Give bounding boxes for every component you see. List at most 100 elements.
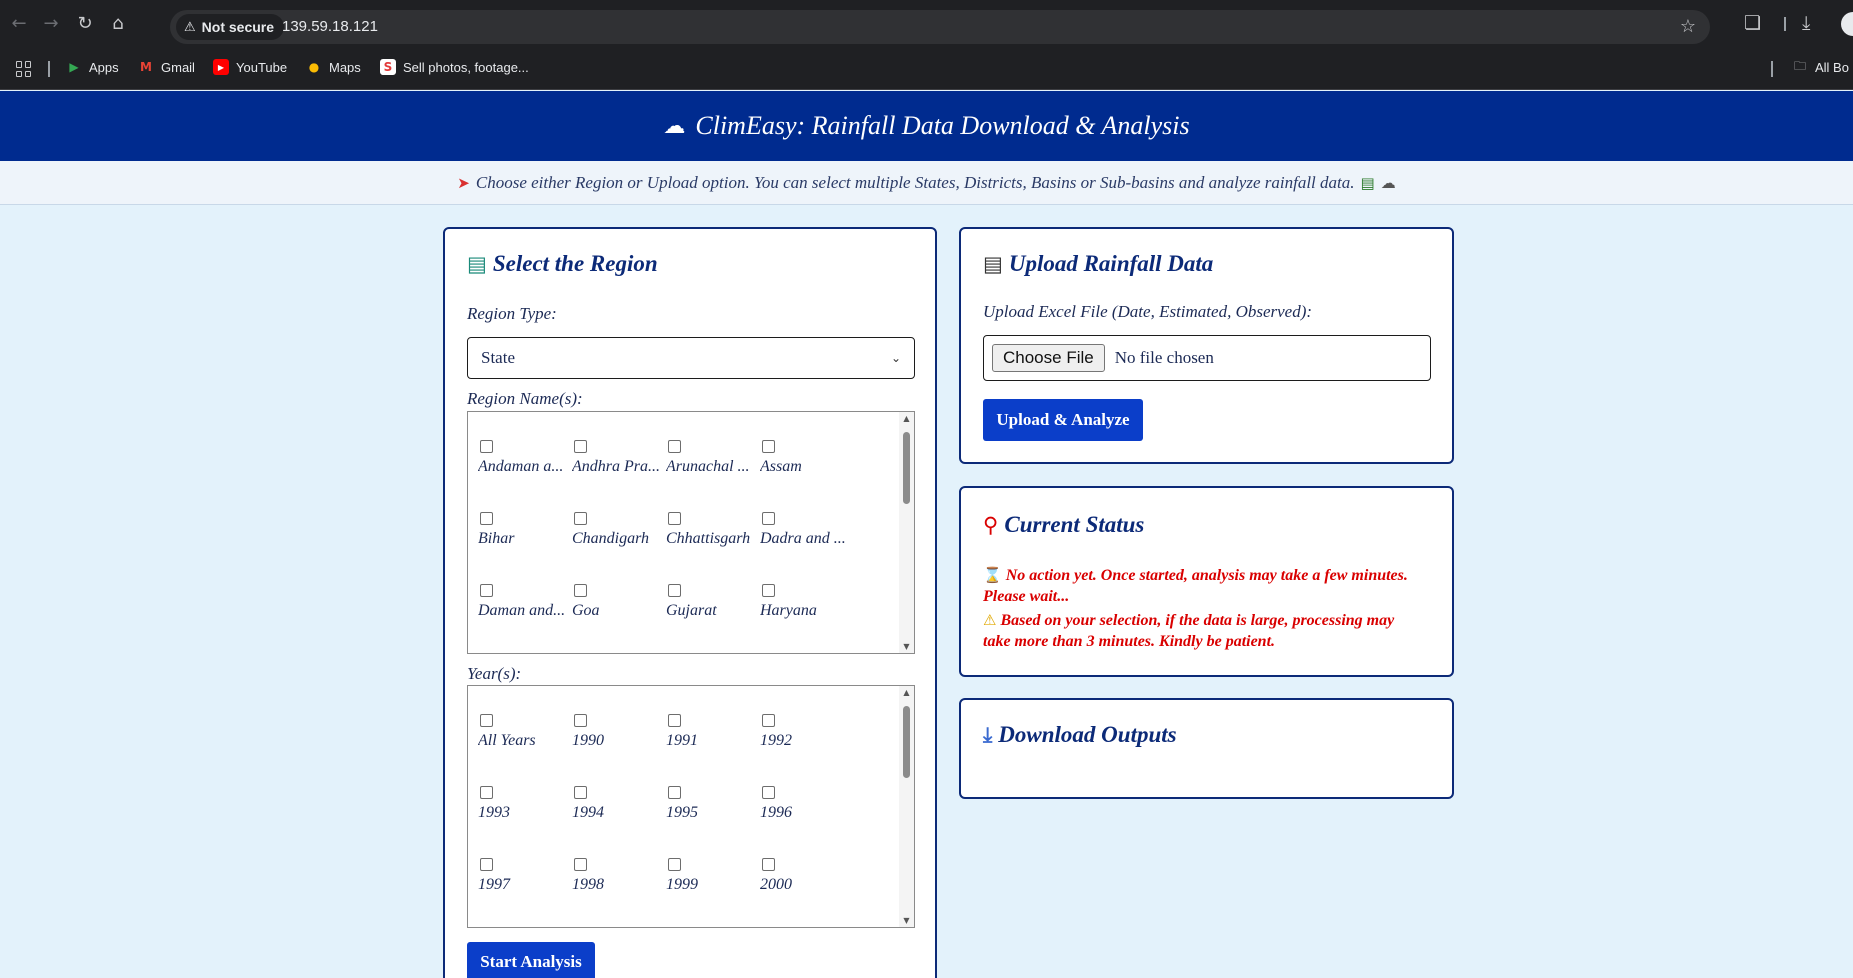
checkbox[interactable] xyxy=(574,440,587,453)
reload-icon[interactable]: ↻ xyxy=(70,8,100,38)
apps-grid-icon[interactable] xyxy=(16,61,32,77)
year-option[interactable]: 1991 xyxy=(666,714,760,758)
checkbox-label: Chhattisgarh xyxy=(666,530,751,547)
region-name-option[interactable]: Haryana xyxy=(760,584,854,628)
checkbox[interactable] xyxy=(480,512,493,525)
choose-file-button[interactable]: Choose File xyxy=(992,344,1105,372)
years-list-scrollbar[interactable]: ▲ ▼ xyxy=(899,686,914,927)
checkbox-label: 2000 xyxy=(760,876,792,893)
checkbox[interactable] xyxy=(762,512,775,525)
region-name-option[interactable]: Dadra and ... xyxy=(760,512,854,556)
scroll-down-icon[interactable]: ▼ xyxy=(899,642,914,651)
years-list[interactable]: All Years 1990 1991 1992 1993 1994 1995 1996 199… xyxy=(467,685,915,928)
extensions-icon[interactable]: ❏ xyxy=(1744,12,1761,34)
checkbox-label: Andhra Pra... xyxy=(572,458,660,475)
year-option[interactable]: 1995 xyxy=(666,786,760,830)
year-option[interactable]: 1990 xyxy=(572,714,666,758)
checkbox[interactable] xyxy=(668,512,681,525)
checkbox[interactable] xyxy=(668,714,681,727)
forward-icon[interactable]: → xyxy=(36,8,66,38)
year-option[interactable]: 1996 xyxy=(760,786,854,830)
megaphone-icon: ➤ xyxy=(457,173,470,192)
url-text[interactable]: 139.59.18.121 xyxy=(282,18,378,35)
checkbox[interactable] xyxy=(574,512,587,525)
bookmark-maps[interactable]: ● Maps xyxy=(306,59,361,75)
address-bar[interactable]: ⚠ Not secure 139.59.18.121 ☆ xyxy=(170,10,1710,44)
home-icon[interactable]: ⌂ xyxy=(103,8,133,38)
checkbox[interactable] xyxy=(668,584,681,597)
checkbox[interactable] xyxy=(480,584,493,597)
scroll-down-icon[interactable]: ▼ xyxy=(899,916,914,925)
upload-card-title: ▤ Upload Rainfall Data xyxy=(983,251,1213,277)
checkbox[interactable] xyxy=(574,584,587,597)
region-name-option[interactable]: Chhattisgarh xyxy=(666,512,760,556)
region-name-option[interactable]: Arunachal ... xyxy=(666,440,760,484)
scroll-up-icon[interactable]: ▲ xyxy=(899,688,914,697)
region-name-option[interactable]: Bihar xyxy=(478,512,572,556)
checkbox-label: Andaman a... xyxy=(478,458,564,475)
region-names-list[interactable]: Andaman a... Andhra Pra... Arunachal ... As… xyxy=(467,411,915,654)
region-name-option[interactable]: Chandigarh xyxy=(572,512,666,556)
file-input[interactable]: Choose File No file chosen xyxy=(983,335,1431,381)
year-option[interactable]: 1993 xyxy=(478,786,572,830)
bookmark-apps[interactable]: ▶ Apps xyxy=(66,59,118,75)
upload-analyze-button[interactable]: Upload & Analyze xyxy=(983,399,1143,441)
region-name-option[interactable]: Gujarat xyxy=(666,584,760,628)
checkbox[interactable] xyxy=(668,786,681,799)
bookmark-star-icon[interactable]: ☆ xyxy=(1680,16,1696,37)
region-card-title: ▤ Select the Region xyxy=(467,251,658,277)
checkbox-label: Haryana xyxy=(760,602,817,619)
bookmark-shutterstock[interactable]: S Sell photos, footage... xyxy=(380,59,529,75)
bookmark-label: YouTube xyxy=(236,59,288,75)
back-icon[interactable]: ← xyxy=(4,8,34,38)
download-icon[interactable]: ⤓ xyxy=(1802,12,1810,34)
shutterstock-icon: S xyxy=(380,59,396,75)
bookmark-label: Sell photos, footage... xyxy=(403,59,529,75)
all-bookmarks[interactable]: 🗀 All Bo xyxy=(1792,59,1849,75)
region-name-option[interactable]: Daman and... xyxy=(478,584,572,628)
bookmark-youtube[interactable]: ▶ YouTube xyxy=(213,59,287,75)
checkbox[interactable] xyxy=(762,584,775,597)
region-name-option[interactable]: Goa xyxy=(572,584,666,628)
year-option[interactable]: 1994 xyxy=(572,786,666,830)
year-option[interactable]: 1999 xyxy=(666,858,760,902)
security-chip[interactable]: ⚠ Not secure xyxy=(176,14,285,40)
region-names-label: Region Name(s): xyxy=(467,389,583,408)
checkbox-label: 1995 xyxy=(666,804,698,821)
checkbox[interactable] xyxy=(480,786,493,799)
region-name-option[interactable]: Assam xyxy=(760,440,854,484)
year-option[interactable]: 2000 xyxy=(760,858,854,902)
checkbox[interactable] xyxy=(762,858,775,871)
scroll-up-icon[interactable]: ▲ xyxy=(899,414,914,423)
checkbox-label: Chandigarh xyxy=(572,530,650,547)
year-option[interactable]: 1997 xyxy=(478,858,572,902)
region-list-scrollbar[interactable]: ▲ ▼ xyxy=(899,412,914,653)
scrollbar-thumb[interactable] xyxy=(903,432,910,504)
checkbox[interactable] xyxy=(480,858,493,871)
checkbox[interactable] xyxy=(668,858,681,871)
year-option[interactable]: 1998 xyxy=(572,858,666,902)
scrollbar-thumb[interactable] xyxy=(903,706,910,778)
bookmark-gmail[interactable]: M Gmail xyxy=(138,59,195,75)
checkbox-label: Daman and... xyxy=(478,602,566,619)
start-analysis-button[interactable]: Start Analysis xyxy=(467,942,595,978)
checkbox[interactable] xyxy=(480,440,493,453)
region-name-option[interactable]: Andaman a... xyxy=(478,440,572,484)
rain-cloud-icon: ☁ xyxy=(663,113,686,139)
checkbox[interactable] xyxy=(574,858,587,871)
profile-avatar[interactable] xyxy=(1841,12,1853,36)
checkbox[interactable] xyxy=(574,786,587,799)
year-option[interactable]: 1992 xyxy=(760,714,854,758)
map-icon: ▤ xyxy=(467,252,487,276)
year-option[interactable]: All Years xyxy=(478,714,572,758)
region-name-option[interactable]: Andhra Pra... xyxy=(572,440,666,484)
folder-icon: 🗀 xyxy=(1793,58,1806,73)
region-type-value: State xyxy=(481,348,515,367)
checkbox[interactable] xyxy=(480,714,493,727)
checkbox[interactable] xyxy=(762,714,775,727)
checkbox[interactable] xyxy=(762,786,775,799)
checkbox[interactable] xyxy=(762,440,775,453)
checkbox[interactable] xyxy=(574,714,587,727)
checkbox[interactable] xyxy=(668,440,681,453)
region-type-select[interactable]: State ⌄ xyxy=(467,337,915,379)
